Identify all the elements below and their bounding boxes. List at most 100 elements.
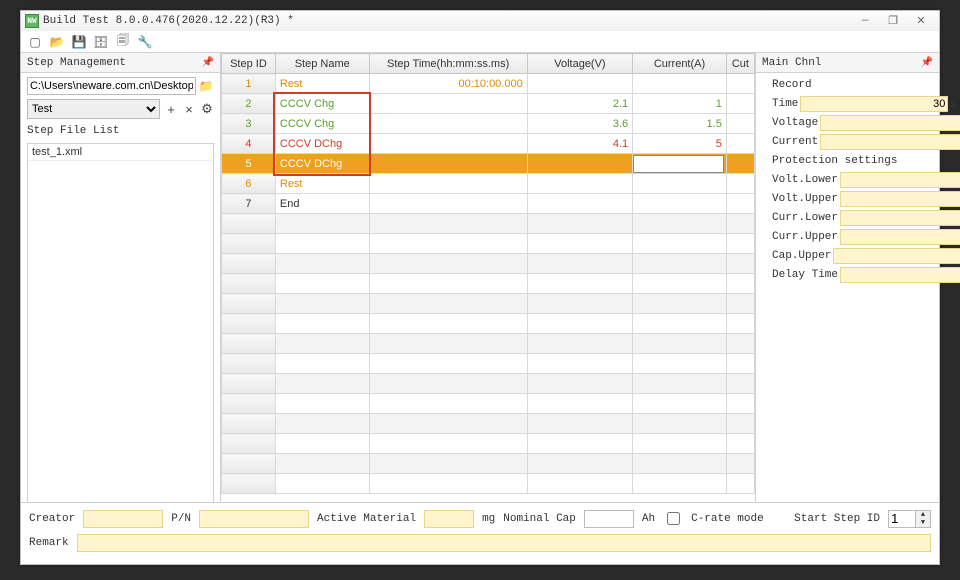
param-row: CurrentA xyxy=(772,134,933,150)
param-label: Volt.Lower xyxy=(772,174,838,186)
table-row xyxy=(222,294,755,314)
test-select[interactable]: Test xyxy=(27,99,160,119)
path-input[interactable] xyxy=(27,77,196,95)
column-header[interactable]: Step Name xyxy=(275,54,369,74)
left-panel-header: Step Management 📌 xyxy=(21,53,220,73)
file-list[interactable]: test_1.xml xyxy=(27,143,214,544)
current-cell-input[interactable] xyxy=(633,155,725,173)
param-input[interactable] xyxy=(800,96,948,112)
param-row: Delay Times xyxy=(772,267,933,283)
maximize-button[interactable]: ❐ xyxy=(879,13,907,29)
pin-icon[interactable]: 📌 xyxy=(202,57,214,69)
pn-input[interactable] xyxy=(199,510,309,528)
table-row xyxy=(222,474,755,494)
param-row: VoltageV xyxy=(772,115,933,131)
table-row xyxy=(222,394,755,414)
copy-icon[interactable]: 🗐 xyxy=(115,34,131,50)
table-row xyxy=(222,354,755,374)
folder-icon[interactable]: 📁 xyxy=(198,78,214,94)
close-button[interactable]: ✕ xyxy=(907,13,935,29)
start-step-id-input[interactable] xyxy=(888,510,916,528)
app-window: NW Build Test 8.0.0.476(2020.12.22)(R3) … xyxy=(20,10,940,565)
table-row[interactable]: 4CCCV DChg4.15 xyxy=(222,134,755,154)
pin-icon[interactable]: 📌 xyxy=(921,57,933,69)
open-icon[interactable]: 📂 xyxy=(49,34,65,50)
table-row[interactable]: 7End xyxy=(222,194,755,214)
start-step-id-label: Start Step ID xyxy=(794,513,880,525)
active-material-input[interactable] xyxy=(424,510,474,528)
file-list-label: Step File List xyxy=(27,123,214,139)
param-input[interactable] xyxy=(820,115,960,131)
param-row: Volt.UpperV xyxy=(772,191,933,207)
left-panel: Step Management 📌 📁 Test + × ⚙ xyxy=(21,53,221,564)
param-label: Current xyxy=(772,136,818,148)
spinner-up[interactable]: ▲ xyxy=(916,511,930,519)
table-row[interactable]: 2CCCV Chg2.11 xyxy=(222,94,755,114)
active-material-unit: mg xyxy=(482,513,495,525)
param-label: Cap.Upper xyxy=(772,250,831,262)
param-unit: s xyxy=(950,98,956,110)
crate-checkbox[interactable] xyxy=(667,512,680,525)
add-button[interactable]: + xyxy=(164,102,178,116)
table-row xyxy=(222,254,755,274)
param-input[interactable] xyxy=(840,191,960,207)
param-row: Cap.UpperAh xyxy=(772,248,933,264)
nominal-cap-label: Nominal Cap xyxy=(503,513,576,525)
column-header[interactable]: Cut xyxy=(726,54,754,74)
param-label: Volt.Upper xyxy=(772,193,838,205)
param-label: Delay Time xyxy=(772,269,838,281)
column-header[interactable]: Step ID xyxy=(222,54,276,74)
param-input[interactable] xyxy=(840,267,960,283)
table-row xyxy=(222,234,755,254)
right-panel-title: Main Chnl xyxy=(762,57,821,69)
nominal-cap-input[interactable] xyxy=(584,510,634,528)
table-row xyxy=(222,214,755,234)
table-row[interactable]: 1Rest00:10:00.000 xyxy=(222,74,755,94)
param-input[interactable] xyxy=(833,248,960,264)
table-row[interactable]: 6Rest xyxy=(222,174,755,194)
param-input[interactable] xyxy=(840,229,960,245)
toolbar: ▢ 📂 💾 🗄 🗐 🔧 xyxy=(21,31,939,53)
window-title: Build Test 8.0.0.476(2020.12.22)(R3) * xyxy=(43,15,294,27)
save-icon[interactable]: 💾 xyxy=(71,34,87,50)
creator-label: Creator xyxy=(29,513,75,525)
param-input[interactable] xyxy=(820,134,960,150)
file-item[interactable]: test_1.xml xyxy=(28,144,213,161)
table-row xyxy=(222,374,755,394)
crate-label: C-rate mode xyxy=(691,513,764,525)
param-row: Curr.UpperA xyxy=(772,229,933,245)
right-panel: Main Chnl 📌 RecordTimesVoltageVCurrentAP… xyxy=(755,53,939,564)
step-grid[interactable]: Step IDStep NameStep Time(hh:mm:ss.ms)Vo… xyxy=(221,53,755,494)
table-row xyxy=(222,274,755,294)
minimize-button[interactable]: — xyxy=(851,13,879,29)
remark-label: Remark xyxy=(29,537,69,549)
creator-input[interactable] xyxy=(83,510,163,528)
start-step-id-spinner[interactable]: ▲▼ xyxy=(888,510,931,528)
param-input[interactable] xyxy=(840,172,960,188)
column-header[interactable]: Step Time(hh:mm:ss.ms) xyxy=(369,54,527,74)
column-header[interactable]: Current(A) xyxy=(633,54,727,74)
app-icon: NW xyxy=(25,14,39,28)
column-header[interactable]: Voltage(V) xyxy=(527,54,632,74)
remove-button[interactable]: × xyxy=(182,102,196,116)
active-material-label: Active Material xyxy=(317,513,416,525)
param-row: Volt.LowerV xyxy=(772,172,933,188)
param-label: Curr.Upper xyxy=(772,231,838,243)
param-row: Curr.LowerA xyxy=(772,210,933,226)
param-input[interactable] xyxy=(840,210,960,226)
spinner-down[interactable]: ▼ xyxy=(916,519,930,527)
bottom-form: Creator P/N Active Material mg Nominal C… xyxy=(21,502,939,564)
param-label: Time xyxy=(772,98,798,110)
table-row[interactable]: 3CCCV Chg3.61.5 xyxy=(222,114,755,134)
table-row xyxy=(222,454,755,474)
right-panel-header: Main Chnl 📌 xyxy=(756,53,939,73)
wrench-icon[interactable]: 🔧 xyxy=(137,34,153,50)
new-icon[interactable]: ▢ xyxy=(27,34,43,50)
titlebar: NW Build Test 8.0.0.476(2020.12.22)(R3) … xyxy=(21,11,939,31)
table-row xyxy=(222,334,755,354)
table-row xyxy=(222,414,755,434)
param-label: Voltage xyxy=(772,117,818,129)
gear-icon[interactable]: ⚙ xyxy=(200,102,214,116)
saveall-icon[interactable]: 🗄 xyxy=(93,34,109,50)
remark-input[interactable] xyxy=(77,534,931,552)
